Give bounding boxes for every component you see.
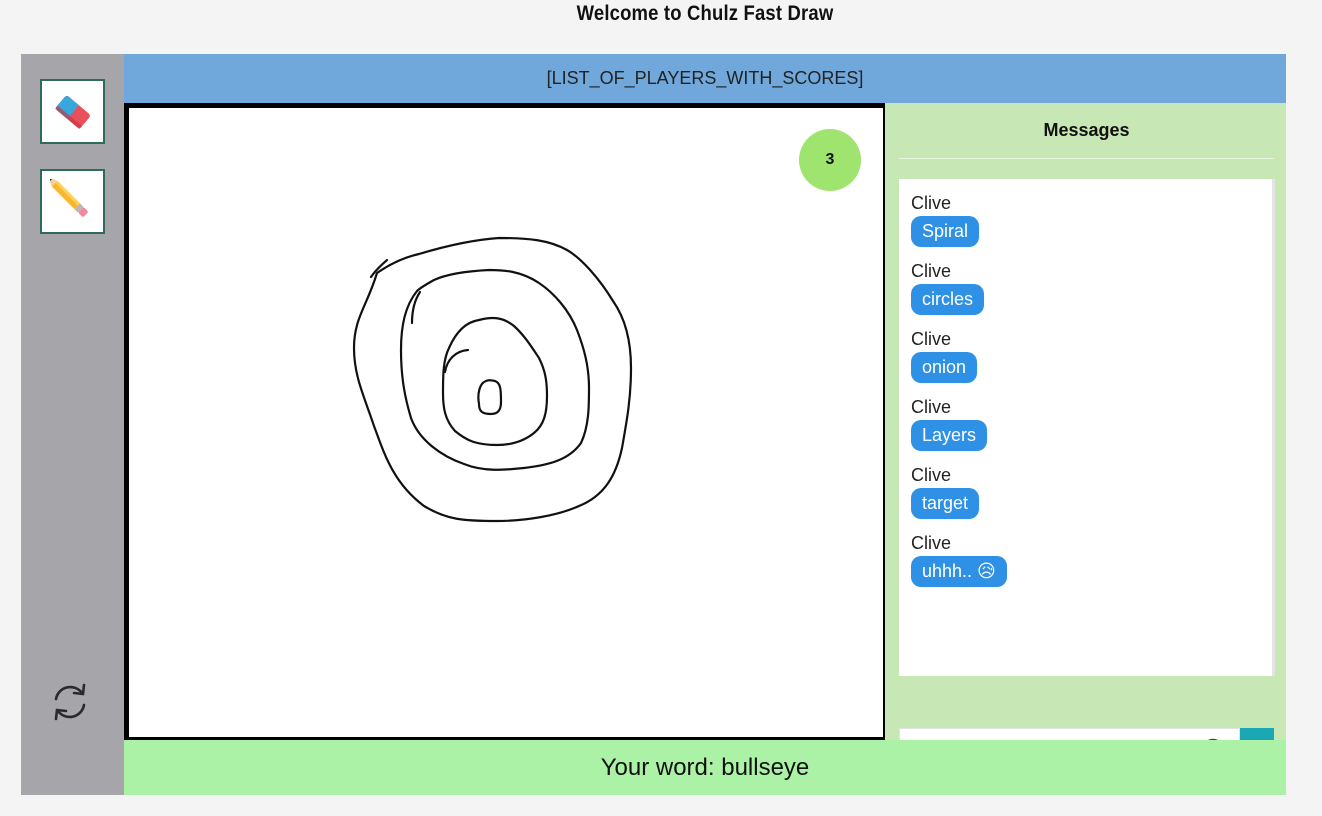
message-bubble: uhhh.. 😥: [911, 556, 1007, 587]
canvas-drawing: [352, 236, 633, 523]
message-author: Clive: [911, 261, 952, 281]
message-author: Clive: [911, 397, 952, 417]
messages-panel: Messages Clive Spiral Clive circles Cliv…: [885, 103, 1286, 778]
middle-ring-stroke: [399, 268, 591, 471]
eraser-button[interactable]: [40, 79, 105, 144]
message-author: Clive: [911, 193, 952, 213]
list-item: Clive uhhh.. 😥: [911, 532, 1007, 587]
game-app: [LIST_OF_PLAYERS_WITH_SCORES] 3 Messages…: [21, 54, 1286, 795]
message-bubble: onion: [911, 352, 978, 383]
tool-sidebar: [21, 54, 124, 795]
list-item: Clive Spiral: [911, 192, 980, 247]
message-bubble: Layers: [911, 420, 988, 451]
inner-ring-tail: [443, 348, 470, 374]
pencil-button[interactable]: [40, 169, 105, 234]
message-bubble: circles: [911, 284, 985, 315]
refresh-icon: [54, 683, 86, 721]
message-list[interactable]: Clive Spiral Clive circles Clive onion C…: [899, 179, 1275, 676]
pencil-icon: [49, 178, 88, 217]
message-bubble: target: [911, 488, 980, 519]
drawing-canvas[interactable]: 3: [124, 103, 888, 742]
message-author: Clive: [911, 533, 952, 553]
eraser-icon: [54, 95, 90, 129]
message-author: Clive: [911, 329, 952, 349]
messages-title: Messages: [899, 103, 1274, 159]
refresh-button[interactable]: [49, 681, 91, 723]
page-title: Welcome to Chulz Fast Draw: [576, 2, 834, 25]
countdown-timer: 3: [799, 129, 861, 191]
players-score-bar: [LIST_OF_PLAYERS_WITH_SCORES]: [124, 54, 1286, 103]
list-item: Clive onion: [911, 328, 978, 383]
secret-word-bar: Your word: bullseye: [124, 740, 1286, 795]
center-dot-stroke: [477, 379, 503, 416]
list-item: Clive Layers: [911, 396, 988, 451]
message-author: Clive: [911, 465, 952, 485]
list-item: Clive circles: [911, 260, 985, 315]
message-bubble: Spiral: [911, 216, 980, 247]
list-item: Clive target: [911, 464, 980, 519]
